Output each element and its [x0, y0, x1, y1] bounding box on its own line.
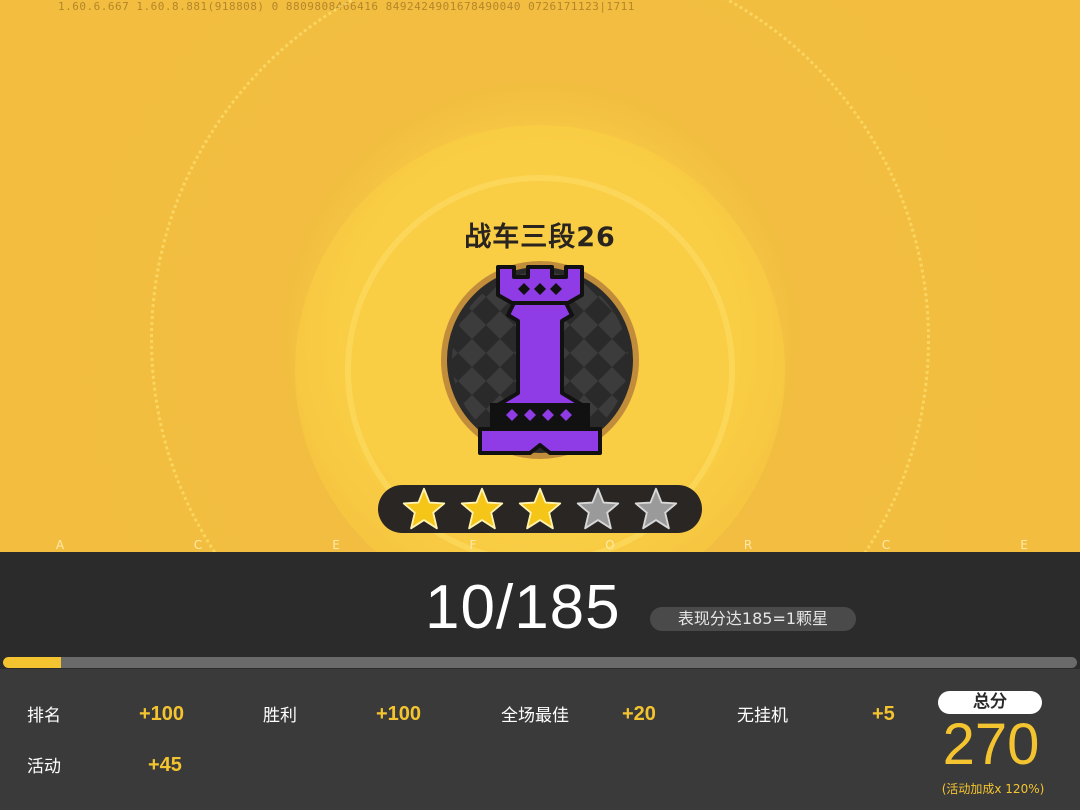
- total-score: 270: [942, 712, 1040, 777]
- stat-value-rank: +100: [139, 703, 185, 725]
- letter-mark: C: [881, 538, 891, 552]
- star-filled-icon: [402, 487, 446, 530]
- rook-icon: [441, 261, 639, 459]
- stats-panel: [0, 669, 1080, 810]
- rank-badge: [430, 255, 650, 479]
- star-filled-icon: [518, 487, 562, 530]
- letter-row: ACEFORCE: [0, 538, 1080, 552]
- star-empty-icon: [634, 487, 678, 530]
- stat-label-event: 活动: [27, 757, 61, 777]
- letter-mark: A: [55, 538, 65, 552]
- stat-value-no-afk: +5: [872, 703, 895, 725]
- letter-mark: E: [1020, 538, 1028, 552]
- stat-label-no-afk: 无挂机: [737, 706, 788, 726]
- letter-mark: F: [469, 538, 477, 552]
- letter-mark: R: [743, 538, 753, 552]
- letter-mark: O: [605, 538, 615, 552]
- rank-title: 战车三段26: [464, 222, 616, 253]
- event-bonus-note: (活动加成x 120%): [941, 782, 1045, 796]
- star-empty-icon: [576, 487, 620, 530]
- star-rating: [378, 485, 702, 533]
- star-requirement-note: 表现分达185=1颗星: [650, 607, 856, 631]
- letter-mark: C: [193, 538, 203, 552]
- progress-bar: [3, 657, 1077, 668]
- stat-value-mvp: +20: [622, 703, 656, 725]
- stat-label-rank: 排名: [27, 706, 61, 726]
- stat-label-mvp: 全场最佳: [501, 706, 569, 726]
- stat-value-win: +100: [376, 703, 422, 725]
- star-filled-icon: [460, 487, 504, 530]
- letter-mark: E: [332, 538, 340, 552]
- progress-fill: [3, 657, 62, 668]
- stat-value-event: +45: [148, 754, 182, 776]
- progress-score: 10/185: [425, 573, 621, 642]
- stat-label-win: 胜利: [263, 706, 297, 726]
